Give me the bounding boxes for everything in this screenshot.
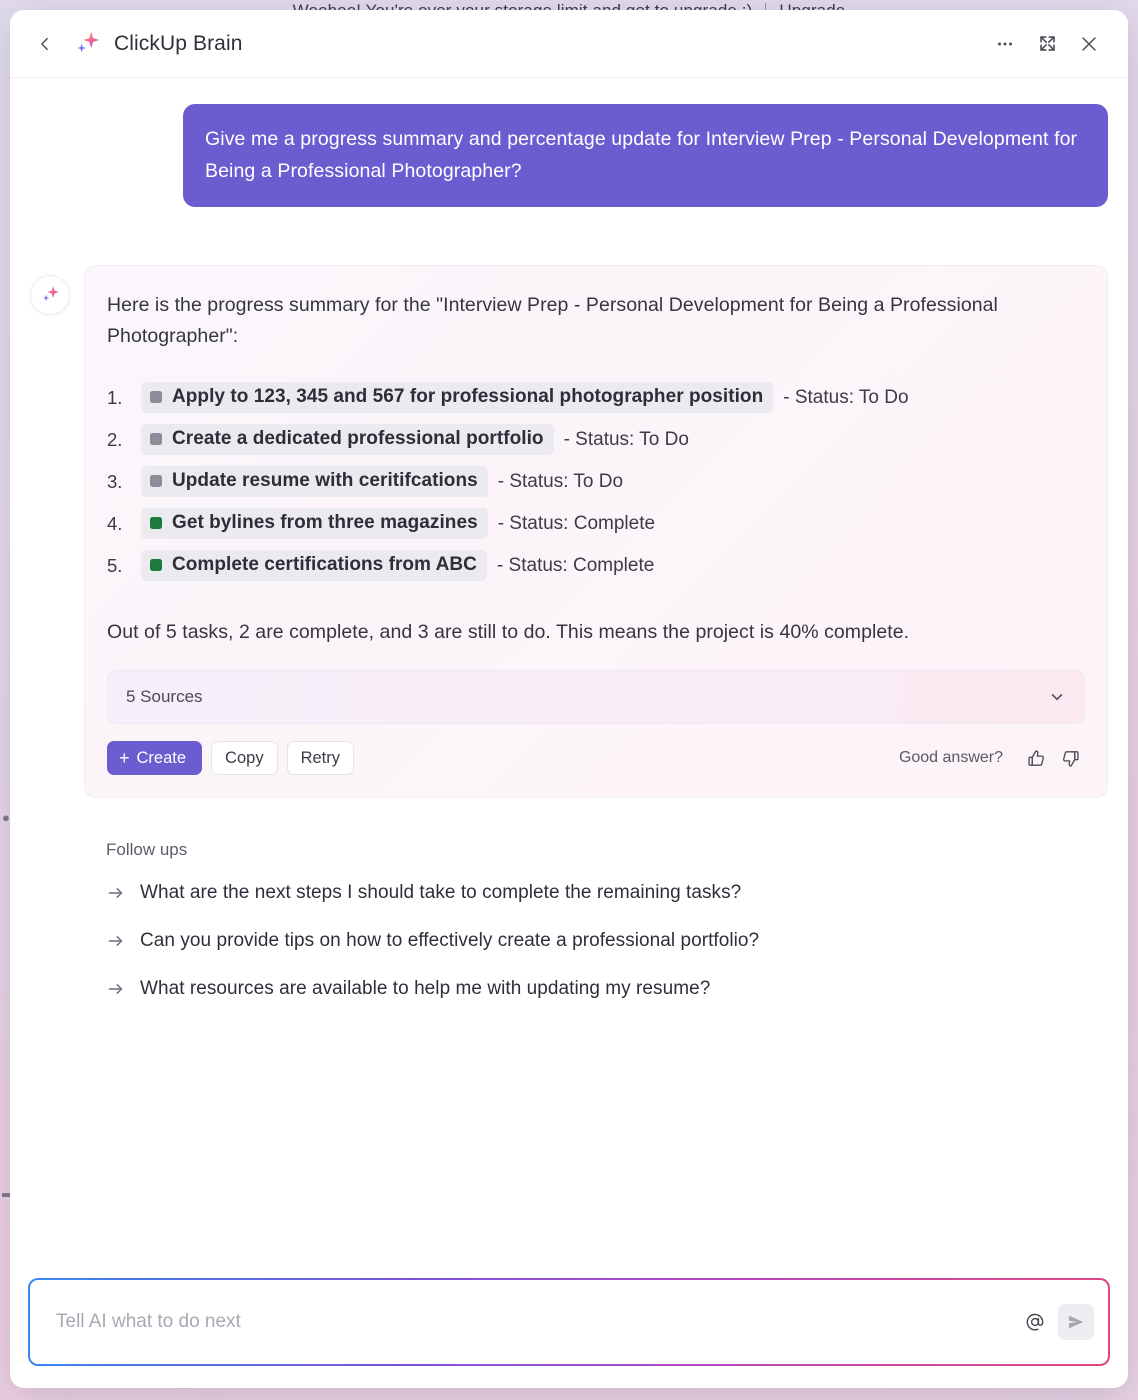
task-status: - Status: Complete	[496, 554, 655, 576]
feedback-prompt: Good answer?	[898, 749, 1003, 766]
backdrop-glyph-a: ●	[2, 810, 10, 825]
back-button[interactable]	[30, 29, 60, 59]
task-chip[interactable]: Get bylines from three magazines	[141, 508, 488, 539]
task-chip[interactable]: Complete certifications from ABC	[141, 550, 487, 581]
assistant-message-row: Here is the progress summary for the "In…	[30, 265, 1108, 798]
retry-button-label: Retry	[300, 748, 340, 767]
expand-button[interactable]	[1030, 27, 1064, 61]
arrow-right-icon	[106, 931, 140, 951]
list-item[interactable]: What are the next steps I should take to…	[106, 882, 1108, 904]
composer-inner	[30, 1280, 1108, 1364]
list-item: 5. Complete certifications from ABC - St…	[107, 550, 1085, 581]
status-badge	[150, 559, 162, 571]
task-name: Complete certifications from ABC	[172, 554, 477, 575]
task-status: - Status: To Do	[783, 386, 909, 408]
sources-accordion[interactable]: 5 Sources	[107, 670, 1085, 724]
send-button[interactable]	[1058, 1304, 1094, 1340]
task-chip[interactable]: Create a dedicated professional portfoli…	[141, 424, 554, 455]
chevron-down-icon	[1048, 688, 1066, 706]
task-number: 5.	[107, 554, 123, 576]
retry-button[interactable]: Retry	[286, 741, 354, 775]
task-name: Create a dedicated professional portfoli…	[172, 428, 544, 449]
task-name: Apply to 123, 345 and 567 for profession…	[172, 386, 764, 407]
list-item: 4. Get bylines from three magazines - St…	[107, 508, 1085, 539]
task-status: - Status: To Do	[563, 428, 689, 450]
list-item[interactable]: What resources are available to help me …	[106, 978, 1108, 1000]
task-number: 1.	[107, 386, 123, 408]
create-button[interactable]: + Create	[107, 741, 203, 775]
sources-label: 5 Sources	[126, 687, 203, 706]
followup-text: What are the next steps I should take to…	[140, 882, 742, 903]
close-icon	[1082, 36, 1096, 51]
list-item[interactable]: Can you provide tips on how to effective…	[106, 930, 1108, 952]
assistant-response-card: Here is the progress summary for the "In…	[84, 265, 1108, 798]
thumbs-up-button[interactable]	[1021, 743, 1051, 773]
progress-summary-text: Out of 5 tasks, 2 are complete, and 3 ar…	[107, 621, 910, 643]
list-item: 3. Update resume with ceritifcations - S…	[107, 466, 1085, 497]
followups-section: Follow ups What are the next steps I sho…	[30, 840, 1108, 1000]
chevron-left-icon	[41, 37, 48, 50]
followup-text: Can you provide tips on how to effective…	[140, 930, 760, 951]
task-chip[interactable]: Apply to 123, 345 and 567 for profession…	[141, 382, 774, 413]
more-options-button[interactable]	[988, 27, 1022, 61]
clickup-brain-modal: ClickUp Brain Give me a progress summary…	[10, 10, 1128, 1388]
plus-icon: +	[119, 748, 130, 768]
avatar	[30, 275, 70, 315]
composer-area	[10, 1278, 1128, 1388]
task-number: 2.	[107, 428, 123, 450]
close-button[interactable]	[1072, 27, 1106, 61]
task-list: 1. Apply to 123, 345 and 567 for profess…	[107, 382, 1085, 581]
task-status: - Status: Complete	[497, 512, 656, 534]
thumbs-up-icon	[1027, 749, 1044, 766]
thumbs-down-button[interactable]	[1055, 743, 1085, 773]
list-item: 2. Create a dedicated professional portf…	[107, 424, 1085, 455]
thumbs-down-icon	[1062, 750, 1079, 767]
more-horizontal-icon	[998, 42, 1012, 45]
user-message-bubble: Give me a progress summary and percentag…	[183, 104, 1108, 207]
modal-header: ClickUp Brain	[10, 10, 1128, 78]
create-button-label: Create	[136, 748, 187, 767]
task-chip[interactable]: Update resume with ceritifcations	[141, 466, 488, 497]
chat-scroll-area[interactable]: Give me a progress summary and percentag…	[10, 78, 1128, 1278]
status-badge	[150, 391, 162, 403]
arrow-right-icon	[106, 979, 140, 999]
arrow-right-icon	[106, 883, 140, 903]
task-number: 3.	[107, 470, 123, 492]
response-intro: Here is the progress summary for the "In…	[107, 294, 998, 347]
at-mention-icon[interactable]	[1018, 1305, 1052, 1339]
task-number: 4.	[107, 512, 123, 534]
followups-title: Follow ups	[106, 840, 188, 859]
task-status: - Status: To Do	[497, 470, 624, 492]
composer-gradient-frame	[28, 1278, 1110, 1366]
search-input[interactable]	[56, 1311, 1018, 1333]
status-badge	[150, 517, 162, 529]
followup-text: What resources are available to help me …	[140, 978, 711, 999]
expand-icon	[1039, 36, 1055, 51]
task-name: Get bylines from three magazines	[172, 512, 478, 533]
sparkles-icon	[77, 31, 99, 52]
list-item: 1. Apply to 123, 345 and 567 for profess…	[107, 382, 1085, 413]
response-actions: + Create Copy Retry Good answer?	[107, 741, 1085, 775]
copy-button-label: Copy	[225, 748, 264, 767]
page-title: ClickUp Brain	[114, 31, 243, 55]
status-badge	[150, 433, 162, 445]
task-name: Update resume with ceritifcations	[172, 470, 478, 491]
user-message-row: Give me a progress summary and percentag…	[30, 104, 1108, 207]
copy-button[interactable]: Copy	[211, 741, 278, 775]
send-icon	[1069, 1315, 1084, 1329]
sparkles-icon	[42, 286, 59, 302]
status-badge	[150, 475, 162, 487]
